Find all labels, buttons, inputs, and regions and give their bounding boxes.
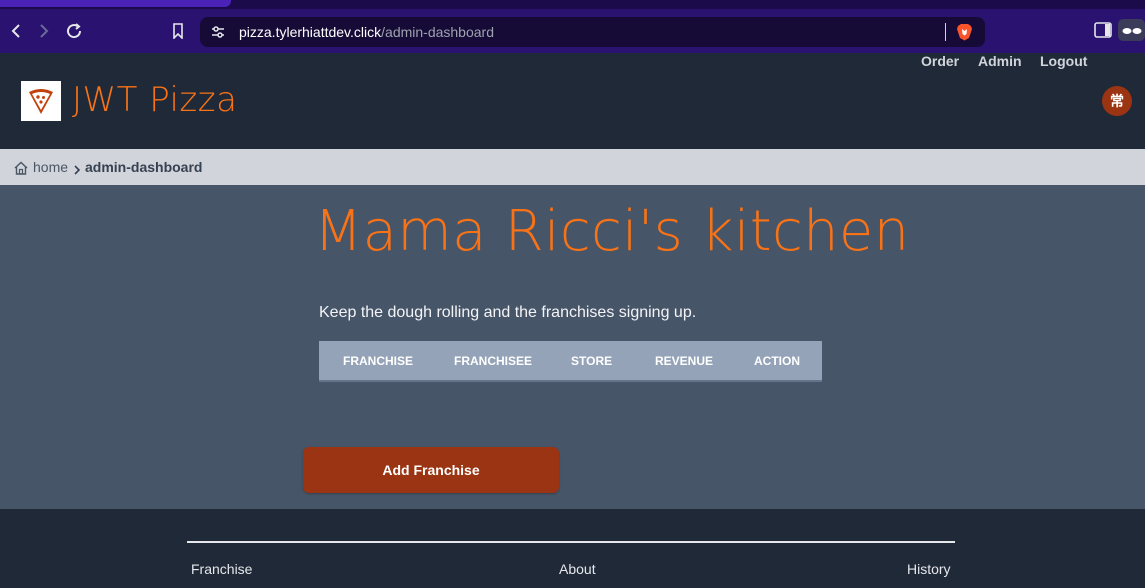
- column-header-franchise: FRANCHISE: [343, 354, 414, 368]
- browser-chrome: pizza.tylerhiattdev.click/admin-dashboar…: [0, 0, 1145, 53]
- chevron-right-icon: [73, 162, 81, 180]
- app-header: JWT Pizza Order Admin Logout 常: [0, 53, 1145, 149]
- column-header-action: ACTION: [754, 354, 800, 368]
- main-content: Mama Ricci's kitchen Keep the dough roll…: [0, 185, 1145, 509]
- footer-link-franchise[interactable]: Franchise: [191, 561, 252, 577]
- url-divider: [945, 23, 946, 41]
- back-icon[interactable]: [3, 18, 29, 44]
- footer-divider: [187, 541, 955, 543]
- page-subtitle: Keep the dough rolling and the franchise…: [319, 304, 697, 321]
- url-text: pizza.tylerhiattdev.click/admin-dashboar…: [239, 24, 494, 40]
- site-settings-icon[interactable]: [211, 25, 225, 44]
- nav-admin[interactable]: Admin: [978, 53, 1022, 69]
- brand-title[interactable]: JWT Pizza: [72, 80, 237, 120]
- url-path: /admin-dashboard: [381, 24, 494, 40]
- franchise-table-header: FRANCHISE FRANCHISEE STORE REVENUE ACTIO…: [319, 341, 822, 382]
- page-title: Mama Ricci's kitchen: [314, 199, 910, 264]
- bookmark-icon[interactable]: [165, 18, 191, 44]
- brave-shield-icon[interactable]: [956, 23, 973, 41]
- footer: Franchise About History: [0, 509, 1145, 588]
- column-header-store: STORE: [571, 354, 613, 368]
- nav-order[interactable]: Order: [921, 53, 959, 69]
- forward-icon[interactable]: [31, 18, 57, 44]
- breadcrumb-home[interactable]: home: [33, 159, 68, 175]
- active-tab[interactable]: [0, 0, 231, 7]
- column-header-franchisee: FRANCHISEE: [454, 354, 533, 368]
- breadcrumb: home admin-dashboard: [0, 149, 1145, 185]
- footer-link-about[interactable]: About: [559, 561, 596, 577]
- home-icon[interactable]: [13, 160, 29, 181]
- address-bar[interactable]: pizza.tylerhiattdev.click/admin-dashboar…: [200, 17, 985, 47]
- private-window-icon[interactable]: [1118, 19, 1145, 46]
- reload-icon[interactable]: [61, 18, 87, 44]
- breadcrumb-current[interactable]: admin-dashboard: [85, 159, 202, 175]
- sidebar-toggle-icon[interactable]: [1094, 22, 1112, 43]
- nav-logout[interactable]: Logout: [1040, 53, 1087, 69]
- url-host: pizza.tylerhiattdev.click: [239, 24, 382, 40]
- avatar[interactable]: 常: [1102, 86, 1132, 116]
- add-franchise-button[interactable]: Add Franchise: [303, 447, 559, 493]
- column-header-revenue: REVENUE: [655, 354, 714, 368]
- footer-link-history[interactable]: History: [907, 561, 951, 577]
- pizza-logo-icon[interactable]: [21, 81, 61, 121]
